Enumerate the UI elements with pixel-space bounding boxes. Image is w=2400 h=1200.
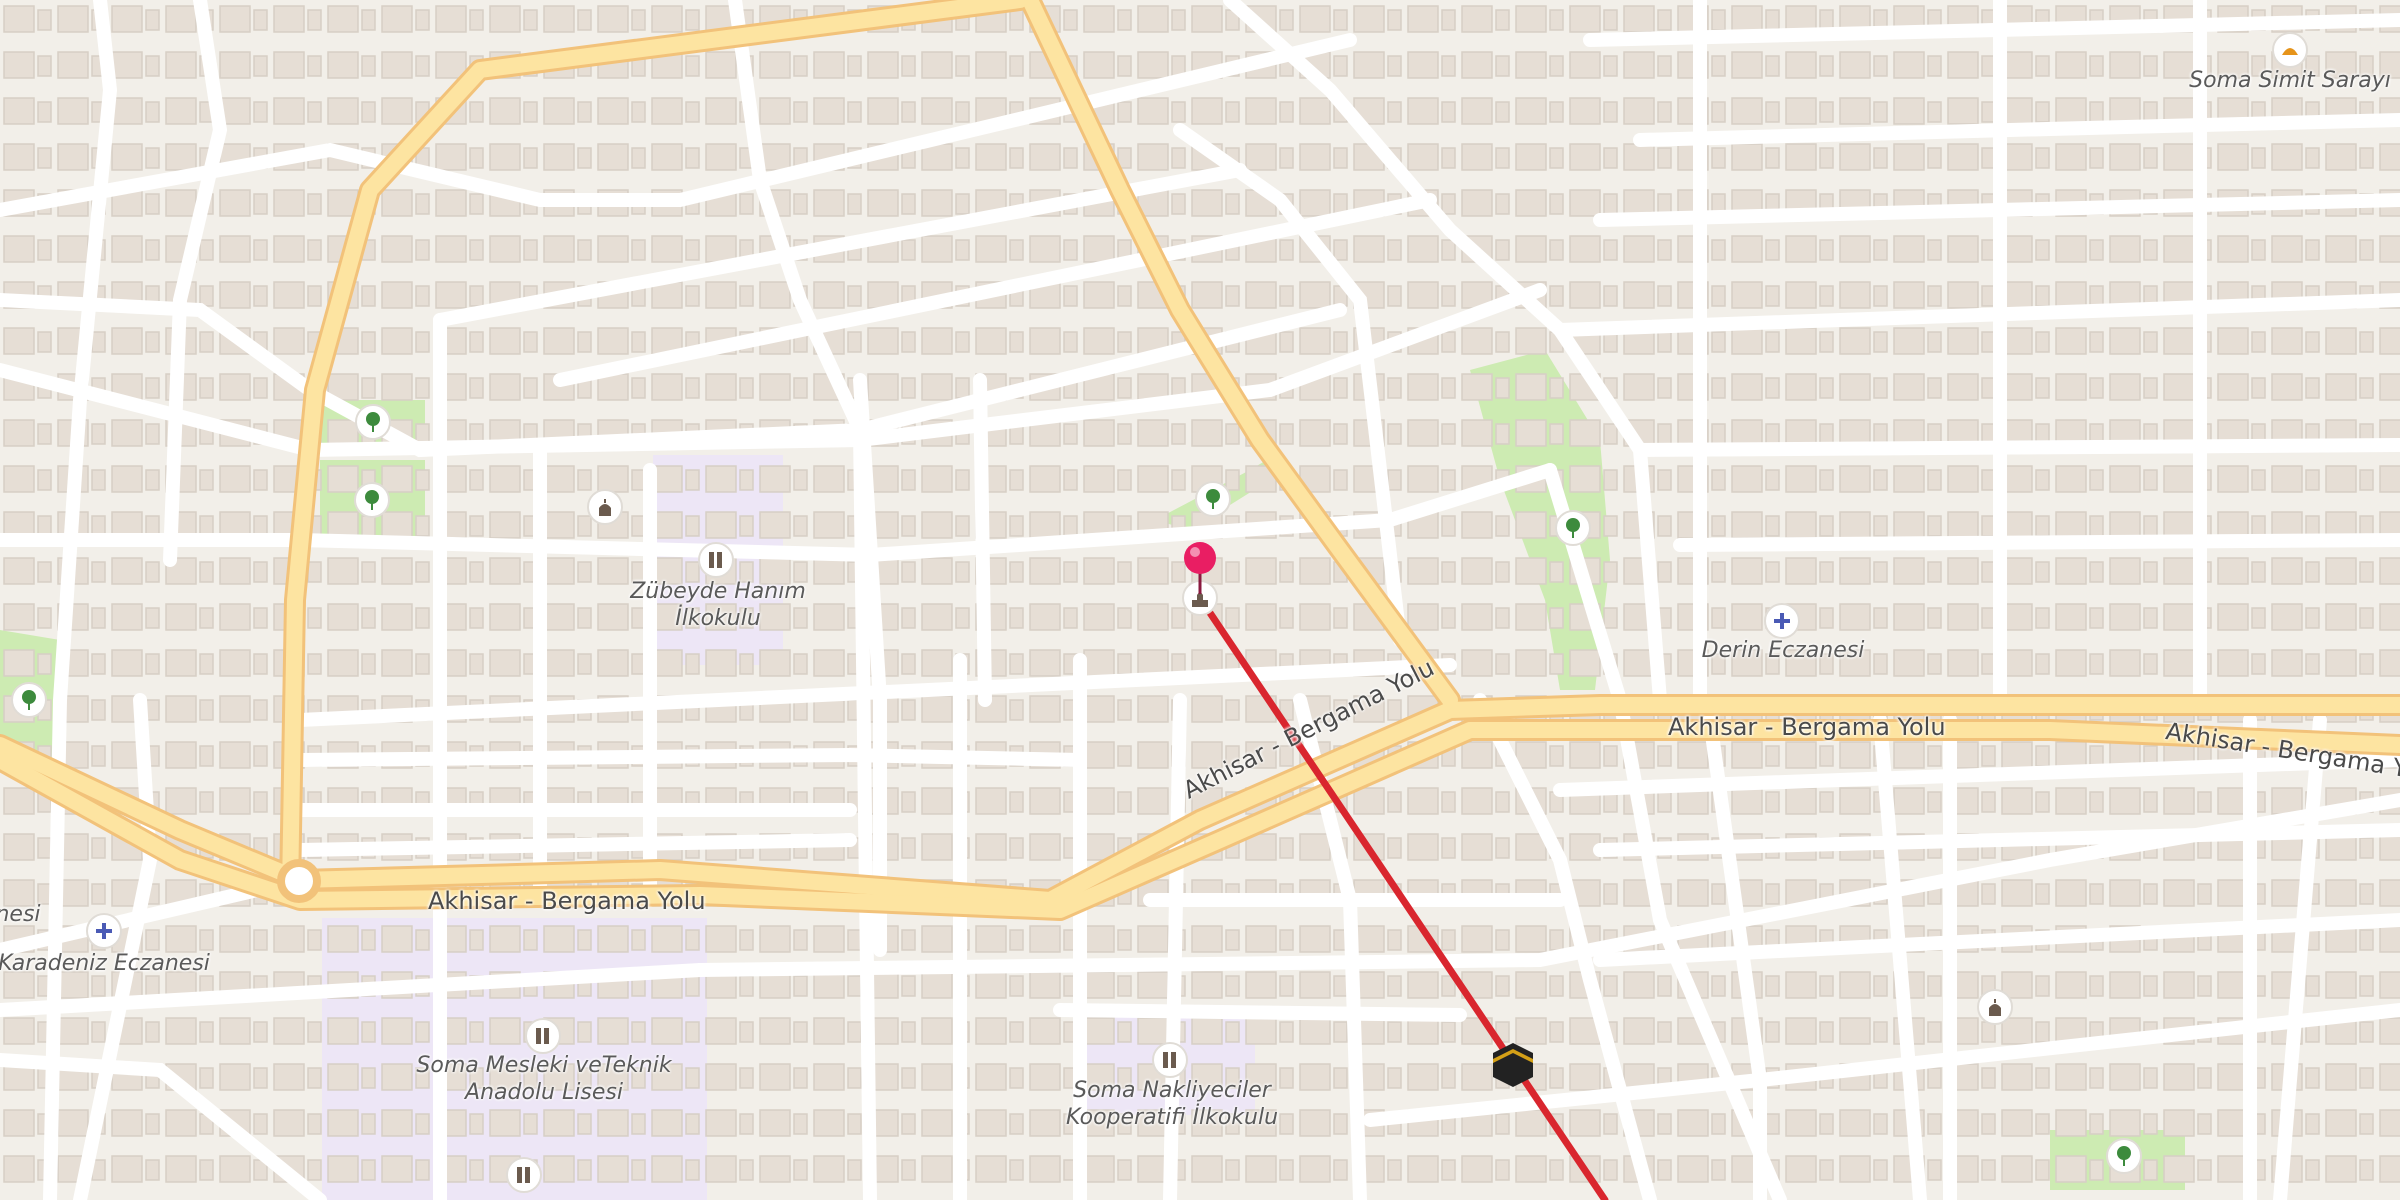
place-label-soma-nakliyeciler: Soma Nakliyeciler Kooperatifi İlkokulu bbox=[1065, 1078, 1279, 1130]
park-icon[interactable] bbox=[1555, 510, 1591, 546]
place-label-zubeyde-hanim: Zübeyde Hanım İlkokulu bbox=[630, 579, 806, 631]
road-label: Akhisar - Bergama Yolu bbox=[1668, 713, 1946, 741]
place-label-soma-mesleki: Soma Mesleki veTeknik Anadolu Lisesi bbox=[416, 1053, 672, 1105]
place-label-derin-eczanesi: Derin Eczanesi bbox=[1701, 638, 1865, 663]
school-icon[interactable] bbox=[525, 1018, 561, 1054]
pharmacy-icon[interactable] bbox=[86, 913, 122, 949]
park-icon[interactable] bbox=[1195, 481, 1231, 517]
school-icon[interactable] bbox=[698, 542, 734, 578]
map-view[interactable]: Akhisar - Bergama Yolu Akhisar - Bergama… bbox=[0, 0, 2400, 1200]
place-label-karadeniz-eczanesi: Karadeniz Eczanesi bbox=[0, 951, 210, 976]
school-icon[interactable] bbox=[1152, 1042, 1188, 1078]
roundabout bbox=[277, 859, 321, 903]
park-icon[interactable] bbox=[354, 482, 390, 518]
place-label-soma-simit-sarayi: Soma Simit Sarayı bbox=[2189, 68, 2391, 93]
park-icon[interactable] bbox=[11, 682, 47, 718]
road-label: Akhisar - Bergama Yolu bbox=[428, 887, 706, 915]
school-icon[interactable] bbox=[506, 1157, 542, 1193]
mosque-icon[interactable] bbox=[1977, 989, 2013, 1025]
mosque-icon[interactable] bbox=[587, 489, 623, 525]
park-icon[interactable] bbox=[355, 404, 391, 440]
pharmacy-icon[interactable] bbox=[1764, 603, 1800, 639]
location-pin-icon[interactable] bbox=[1180, 540, 1220, 600]
place-label-eczanesi-partial: nesi bbox=[0, 902, 41, 927]
kaaba-icon[interactable] bbox=[1487, 1037, 1539, 1093]
bakery-icon[interactable] bbox=[2272, 32, 2308, 68]
park-icon[interactable] bbox=[2106, 1138, 2142, 1174]
